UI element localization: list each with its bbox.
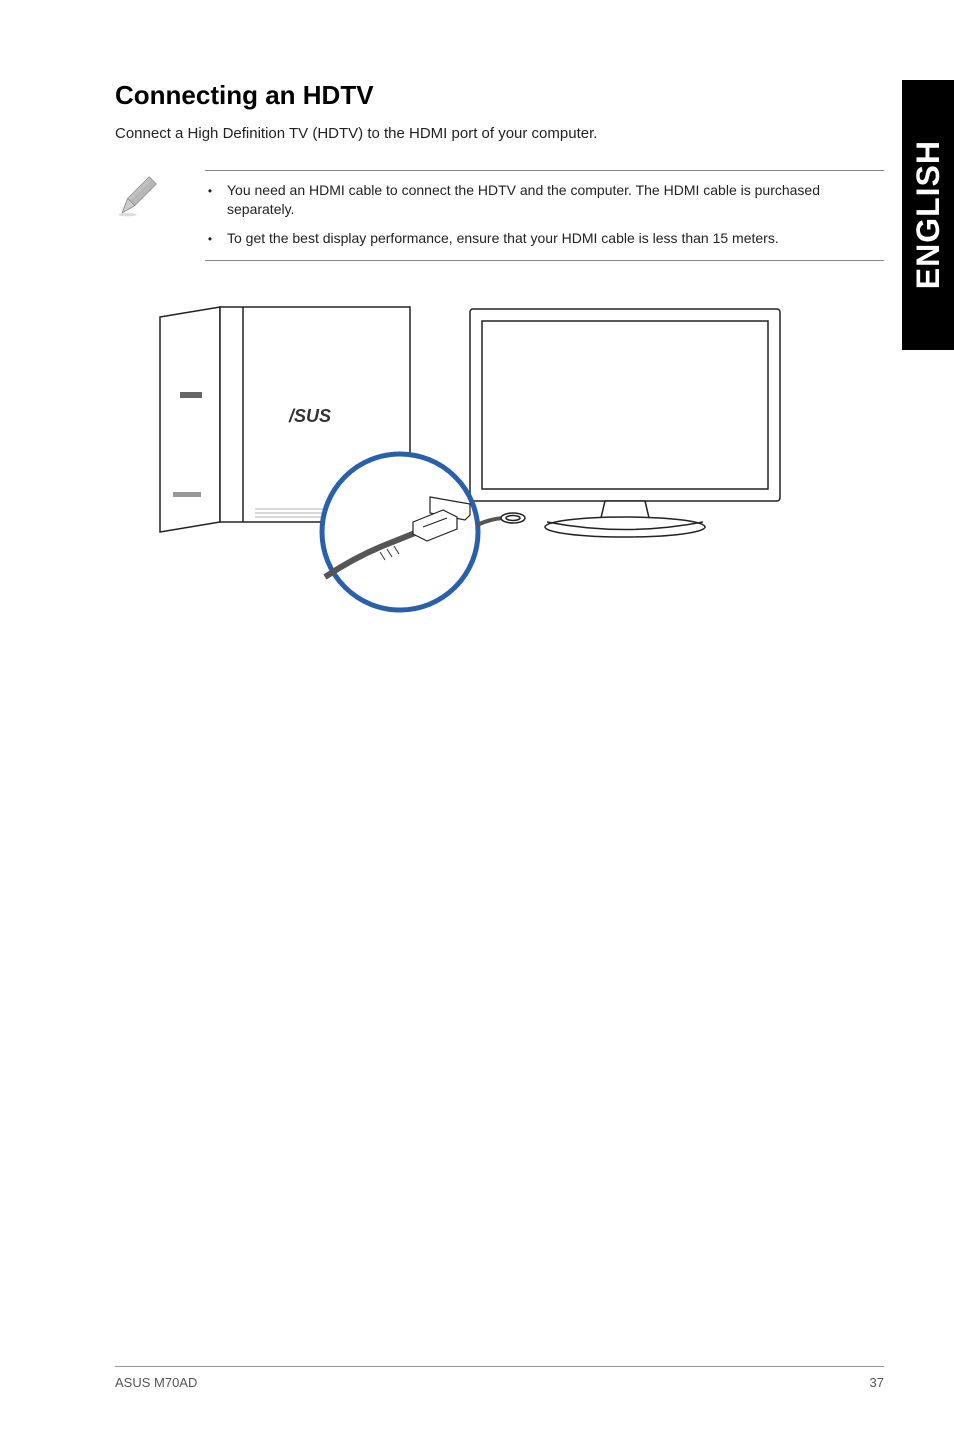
- note-item: • To get the best display performance, e…: [205, 229, 884, 248]
- note-text-1: You need an HDMI cable to connect the HD…: [227, 181, 884, 219]
- section-heading: Connecting an HDTV: [115, 80, 884, 111]
- note-text-2: To get the best display performance, ens…: [227, 229, 779, 248]
- page-footer: ASUS M70AD 37: [115, 1366, 884, 1390]
- footer-page-number: 37: [870, 1375, 884, 1390]
- intro-text: Connect a High Definition TV (HDTV) to t…: [115, 125, 884, 142]
- hdtv-connection-diagram: /SUS: [125, 297, 805, 617]
- bullet-icon: •: [205, 229, 215, 247]
- note-item: • You need an HDMI cable to connect the …: [205, 181, 884, 219]
- note-block: • You need an HDMI cable to connect the …: [115, 170, 884, 261]
- footer-model: ASUS M70AD: [115, 1375, 197, 1390]
- svg-text:/SUS: /SUS: [288, 406, 331, 426]
- pencil-icon: [115, 175, 160, 220]
- page-content: Connecting an HDTV Connect a High Defini…: [0, 0, 954, 1438]
- bullet-icon: •: [205, 181, 215, 199]
- note-content: • You need an HDMI cable to connect the …: [205, 170, 884, 261]
